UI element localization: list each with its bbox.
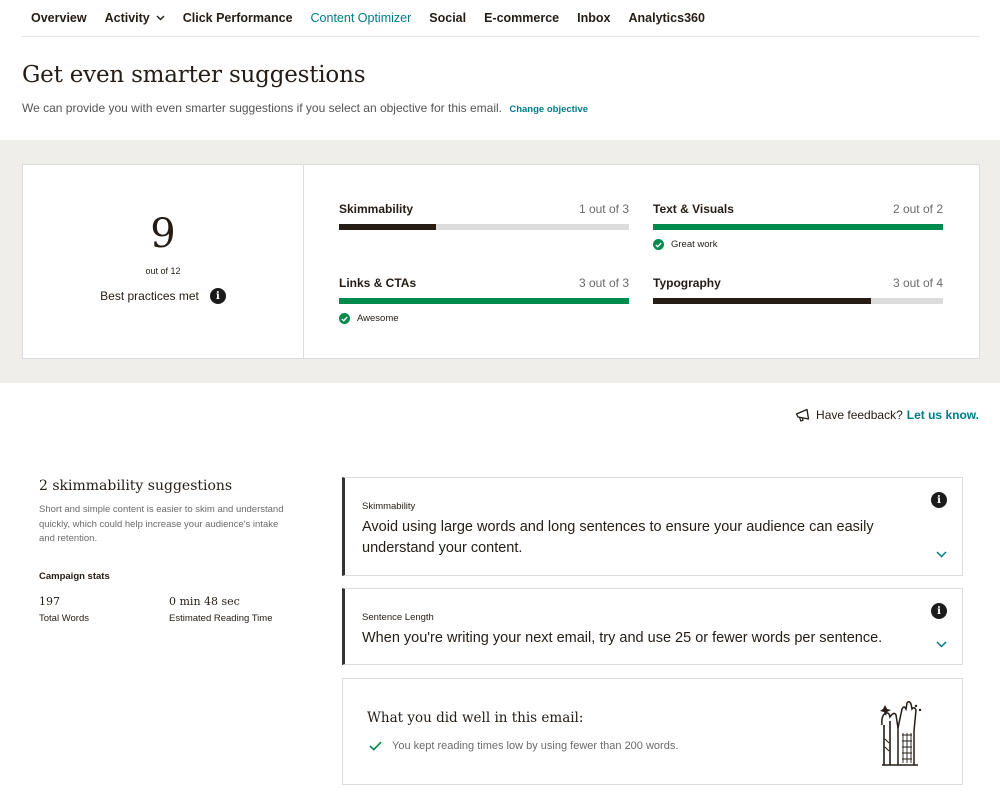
let-us-know-link[interactable]: Let us know. [907, 408, 979, 422]
score-out-of: out of 12 [145, 266, 181, 276]
did-well-card: What you did well in this email: You kep… [342, 678, 963, 785]
score-card: 9 out of 12 Best practices met i Skimmab… [22, 164, 980, 359]
suggestions-description: Short and simple content is easier to sk… [39, 504, 284, 544]
stat-value: 0 min 48 sec [169, 595, 240, 608]
metric-name: Text & Visuals [653, 202, 734, 216]
nav-social[interactable]: Social [429, 11, 466, 25]
nav-analytics360[interactable]: Analytics360 [628, 11, 704, 25]
card-body: When you're writing your next email, try… [362, 630, 883, 646]
chevron-down-icon [156, 15, 165, 21]
campaign-stats-title: Campaign stats [39, 571, 110, 582]
card-body: Avoid using large words and long sentenc… [362, 519, 874, 556]
high-five-illustration-icon [880, 700, 922, 766]
change-objective-link[interactable]: Change objective [509, 104, 588, 115]
subtitle-text: We can provide you with even smarter sug… [22, 101, 503, 115]
suggestion-card-sentence-length[interactable]: Sentence Length When you're writing your… [342, 588, 963, 665]
chevron-down-icon[interactable] [936, 641, 947, 648]
progress-fill [339, 298, 629, 304]
chevron-down-icon[interactable] [936, 551, 947, 558]
metric-value: 2 out of 2 [892, 202, 943, 216]
metric-value: 3 out of 3 [578, 276, 629, 290]
metric-links-ctas: Links & CTAs 3 out of 3 Awesome [339, 276, 629, 324]
progress-bar [653, 298, 943, 304]
metric-typography: Typography 3 out of 4 [653, 276, 943, 304]
info-icon[interactable]: i [931, 492, 947, 508]
suggestion-card-skimmability[interactable]: Skimmability Avoid using large words and… [342, 477, 963, 576]
nav-content-optimizer[interactable]: Content Optimizer [311, 11, 412, 25]
metric-value: 1 out of 3 [578, 202, 629, 216]
metric-note-text: Awesome [357, 313, 399, 324]
feedback-text: Have feedback? [816, 408, 903, 422]
card-title: Sentence Length [362, 612, 434, 623]
stat-reading-time: 0 min 48 sec Estimated Reading Time [169, 595, 273, 624]
feedback: Have feedback? Let us know. [795, 408, 979, 422]
nav-activity[interactable]: Activity [105, 11, 165, 25]
progress-fill [339, 224, 436, 230]
score-label: Best practices met i [23, 288, 303, 304]
score-summary: 9 out of 12 Best practices met i [23, 165, 304, 358]
nav-click-performance[interactable]: Click Performance [183, 11, 293, 25]
info-icon[interactable]: i [931, 603, 947, 619]
metric-text-visuals: Text & Visuals 2 out of 2 Great work [653, 202, 943, 250]
did-well-item: You kept reading times low by using fewe… [369, 740, 678, 752]
metric-name: Typography [653, 276, 721, 290]
metric-skimmability: Skimmability 1 out of 3 [339, 202, 629, 230]
nav-overview[interactable]: Overview [31, 11, 87, 25]
metric-name: Links & CTAs [339, 276, 417, 290]
page-title: Get even smarter suggestions [22, 62, 366, 88]
progress-fill [653, 224, 943, 230]
suggestions-title: 2 skimmability suggestions [39, 478, 233, 494]
stat-value: 197 [39, 595, 60, 608]
nav-activity-label: Activity [104, 11, 150, 25]
did-well-title: What you did well in this email: [367, 710, 584, 726]
progress-bar [653, 224, 943, 230]
nav-ecommerce[interactable]: E-commerce [484, 11, 559, 25]
info-icon[interactable]: i [209, 288, 226, 304]
checkmark-icon [369, 741, 382, 751]
top-nav: Overview Activity Click Performance Cont… [22, 0, 980, 37]
stat-total-words: 197 Total Words [39, 595, 89, 624]
progress-fill [653, 298, 871, 304]
metric-note-text: Great work [671, 239, 718, 250]
check-circle-icon [339, 313, 350, 324]
stat-label: Total Words [39, 613, 89, 624]
metric-name: Skimmability [339, 202, 414, 216]
page-subtitle: We can provide you with even smarter sug… [22, 101, 588, 115]
nav-inbox[interactable]: Inbox [577, 11, 610, 25]
megaphone-icon [795, 408, 810, 422]
stat-label: Estimated Reading Time [169, 613, 273, 624]
progress-bar [339, 298, 629, 304]
metric-note: Awesome [339, 313, 629, 324]
check-circle-icon [653, 239, 664, 250]
best-practices-label: Best practices met [100, 289, 199, 303]
card-title: Skimmability [362, 501, 416, 512]
metric-note: Great work [653, 239, 943, 250]
score-value: 9 [150, 211, 176, 257]
progress-bar [339, 224, 629, 230]
did-well-item-text: You kept reading times low by using fewe… [392, 740, 679, 752]
metric-value: 3 out of 4 [892, 276, 943, 290]
